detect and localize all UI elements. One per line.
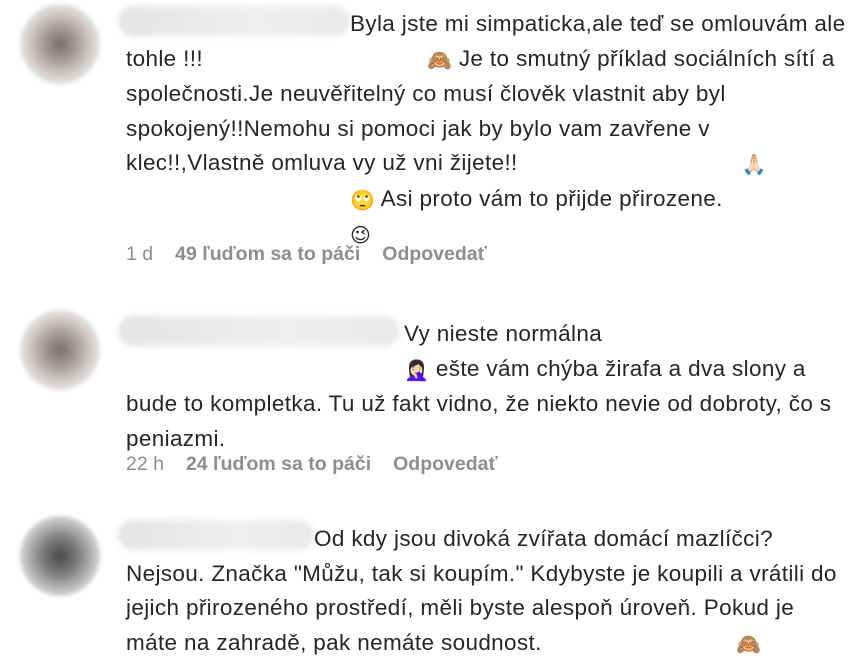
folded-hands-icon: 🙏🏻 [741, 152, 767, 176]
comment-meta: 1 d 49 ľuďom sa to páči Odpovedať [126, 243, 487, 266]
avatar[interactable] [20, 516, 100, 596]
avatar[interactable] [20, 310, 100, 390]
facepalm-icon: 🤦🏻‍♀️ [404, 357, 430, 382]
see-no-evil-monkey-icon: 🙈 [426, 47, 453, 72]
comment-text-part: Asi proto vám to přijde přirozene. [375, 185, 723, 211]
see-no-evil-monkey-icon: 🙈 [736, 631, 762, 656]
likes-count[interactable]: 49 ľuďom sa to páči [175, 243, 360, 266]
likes-count[interactable]: 24 ľuďom sa to páči [186, 453, 371, 476]
reply-button[interactable]: Odpovedať [382, 243, 487, 266]
avatar[interactable] [20, 4, 100, 84]
comment-text: Byla jste mi simpaticka,ale teď se omlou… [126, 7, 852, 253]
comment-time[interactable]: 1 d [126, 243, 153, 266]
comment-meta: 22 h 24 ľuďom sa to páči Odpovedať [126, 453, 498, 476]
comment-time[interactable]: 22 h [126, 453, 164, 476]
reply-button[interactable]: Odpovedať [393, 453, 498, 476]
comment-text: Vy nieste normálna 🤦🏻‍♀️ ešte vám chýba … [126, 317, 852, 456]
eye-roll-icon: 🙄 [350, 187, 376, 212]
comment-text: Od kdy jsou divoká zvířata domácí mazlíč… [126, 522, 852, 661]
comment-text-part: Vy nieste normálna [404, 321, 603, 346]
